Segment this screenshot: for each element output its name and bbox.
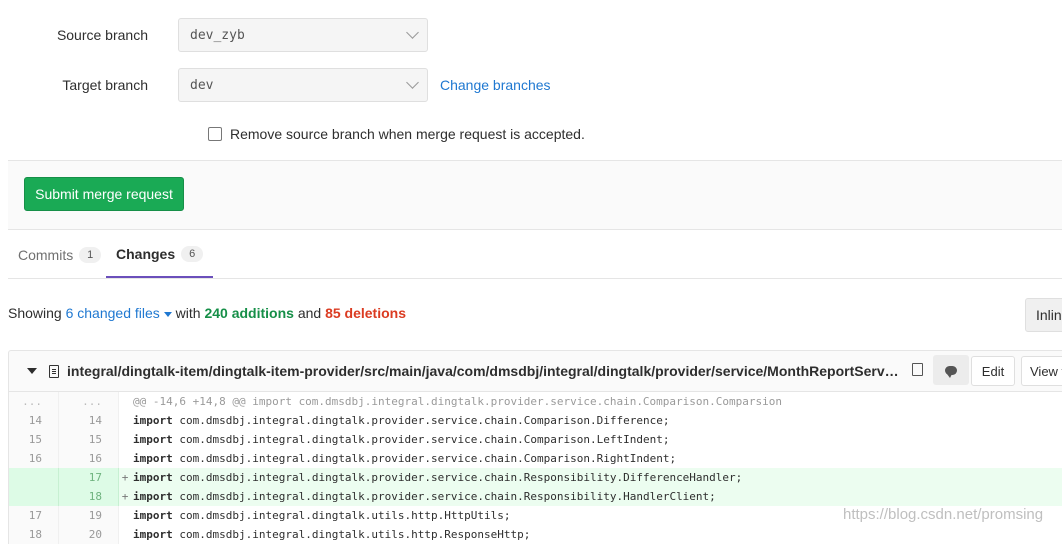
old-line-number[interactable]: 18 — [9, 525, 59, 544]
new-line-number[interactable]: 17 — [59, 468, 119, 487]
line-content: @@ -14,6 +14,8 @@ import com.dmsdbj.inte… — [133, 395, 783, 408]
change-branches-link[interactable]: Change branches — [440, 77, 551, 93]
remove-source-branch-option[interactable]: Remove source branch when merge request … — [208, 126, 585, 142]
new-line-number[interactable]: ... — [59, 392, 119, 411]
old-line-number[interactable] — [9, 487, 59, 506]
old-line-number[interactable] — [9, 468, 59, 487]
caret-down-icon — [163, 311, 172, 317]
tab-changes[interactable]: Changes 6 — [106, 232, 214, 278]
old-line-number[interactable]: 15 — [9, 430, 59, 449]
diff-line: 15 15 import com.dmsdbj.integral.dingtal… — [9, 430, 1062, 449]
code-text: com.dmsdbj.integral.dingtalk.provider.se… — [172, 471, 743, 484]
file-path[interactable]: integral/dingtalk-item/dingtalk-item-pro… — [67, 363, 902, 379]
line-content: import com.dmsdbj.integral.dingtalk.prov… — [131, 490, 716, 503]
collapse-toggle-icon[interactable] — [27, 368, 37, 374]
code-text: com.dmsdbj.integral.dingtalk.utils.http.… — [172, 509, 511, 522]
edit-file-button[interactable]: Edit — [971, 356, 1015, 386]
target-branch-value: dev — [190, 77, 214, 93]
new-line-number[interactable]: 15 — [59, 430, 119, 449]
code-keyword: import — [133, 509, 173, 522]
deletions-count: 85 deletions — [325, 305, 406, 321]
source-branch-value: dev_zyb — [190, 27, 245, 43]
diff-summary: Showing 6 changed files with 240 additio… — [8, 305, 406, 321]
code-text: com.dmsdbj.integral.dingtalk.provider.se… — [172, 452, 677, 465]
copy-path-icon[interactable] — [908, 360, 923, 376]
code-keyword: import — [133, 452, 173, 465]
merge-request-tabs: Commits 1 Changes 6 — [8, 232, 1062, 279]
line-content: import com.dmsdbj.integral.dingtalk.prov… — [131, 433, 669, 446]
summary-and: and — [297, 305, 322, 321]
line-content: import com.dmsdbj.integral.dingtalk.prov… — [131, 471, 742, 484]
remove-source-branch-checkbox[interactable] — [208, 127, 222, 141]
old-line-number[interactable]: ... — [9, 392, 59, 411]
target-branch-select[interactable]: dev — [178, 68, 428, 102]
line-content: import com.dmsdbj.integral.dingtalk.util… — [131, 509, 511, 522]
tab-commits-count: 1 — [79, 246, 102, 263]
comment-icon — [945, 365, 957, 378]
changed-files-label: 6 changed files — [65, 305, 160, 321]
old-line-number[interactable]: 14 — [9, 411, 59, 430]
target-branch-row: Target branch dev Change branches — [8, 68, 551, 102]
submit-merge-request-button[interactable]: Submit merge request — [24, 177, 184, 211]
diff-sign: + — [121, 490, 129, 503]
changed-files-dropdown[interactable]: 6 changed files — [66, 305, 172, 321]
tab-changes-label: Changes — [116, 246, 176, 262]
watermark: https://blog.csdn.net/promsing — [843, 506, 1044, 523]
chevron-down-icon — [406, 26, 419, 39]
code-text: com.dmsdbj.integral.dingtalk.provider.se… — [172, 433, 670, 446]
summary-with: with — [175, 305, 201, 321]
code-text: com.dmsdbj.integral.dingtalk.provider.se… — [172, 414, 670, 427]
inline-view-button[interactable]: Inlin — [1025, 298, 1062, 332]
diff-line-added: 17 + import com.dmsdbj.integral.dingtalk… — [9, 468, 1062, 487]
diff-line: ... ... @@ -14,6 +14,8 @@ import com.dms… — [9, 392, 1062, 411]
additions-count: 240 additions — [204, 305, 294, 321]
line-content: import com.dmsdbj.integral.dingtalk.prov… — [131, 414, 669, 427]
view-file-button[interactable]: View f — [1021, 356, 1062, 386]
code-keyword: import — [133, 528, 173, 541]
remove-source-branch-label: Remove source branch when merge request … — [230, 126, 585, 142]
line-content: import com.dmsdbj.integral.dingtalk.util… — [131, 528, 530, 541]
diff-file-header: integral/dingtalk-item/dingtalk-item-pro… — [8, 350, 1062, 392]
line-content: import com.dmsdbj.integral.dingtalk.prov… — [131, 452, 676, 465]
source-branch-select[interactable]: dev_zyb — [178, 18, 428, 52]
code-text: com.dmsdbj.integral.dingtalk.utils.http.… — [172, 528, 531, 541]
diff-line: 18 20 import com.dmsdbj.integral.dingtal… — [9, 525, 1062, 544]
source-branch-row: Source branch dev_zyb — [8, 18, 428, 52]
code-keyword: import — [133, 433, 173, 446]
old-line-number[interactable]: 17 — [9, 506, 59, 525]
code-keyword: import — [133, 490, 173, 503]
target-branch-label: Target branch — [62, 77, 148, 93]
diff-sign: + — [121, 471, 129, 484]
code-keyword: import — [133, 471, 173, 484]
file-text-icon — [49, 364, 59, 378]
code-text: com.dmsdbj.integral.dingtalk.provider.se… — [172, 490, 716, 503]
code-keyword: import — [133, 414, 173, 427]
source-branch-label: Source branch — [56, 27, 148, 43]
toggle-comments-button[interactable] — [933, 355, 969, 385]
old-line-number[interactable]: 16 — [9, 449, 59, 468]
chevron-down-icon — [406, 76, 419, 89]
new-line-number[interactable]: 19 — [59, 506, 119, 525]
new-line-number[interactable]: 16 — [59, 449, 119, 468]
summary-showing: Showing — [8, 305, 62, 321]
tab-commits[interactable]: Commits 1 — [18, 232, 102, 277]
tab-changes-count: 6 — [181, 246, 204, 262]
diff-line: 14 14 import com.dmsdbj.integral.dingtal… — [9, 411, 1062, 430]
new-line-number[interactable]: 18 — [59, 487, 119, 506]
diff-line-added: 18 + import com.dmsdbj.integral.dingtalk… — [9, 487, 1062, 506]
diff-line: 16 16 import com.dmsdbj.integral.dingtal… — [9, 449, 1062, 468]
tab-commits-label: Commits — [18, 246, 74, 263]
new-line-number[interactable]: 20 — [59, 525, 119, 544]
new-line-number[interactable]: 14 — [59, 411, 119, 430]
